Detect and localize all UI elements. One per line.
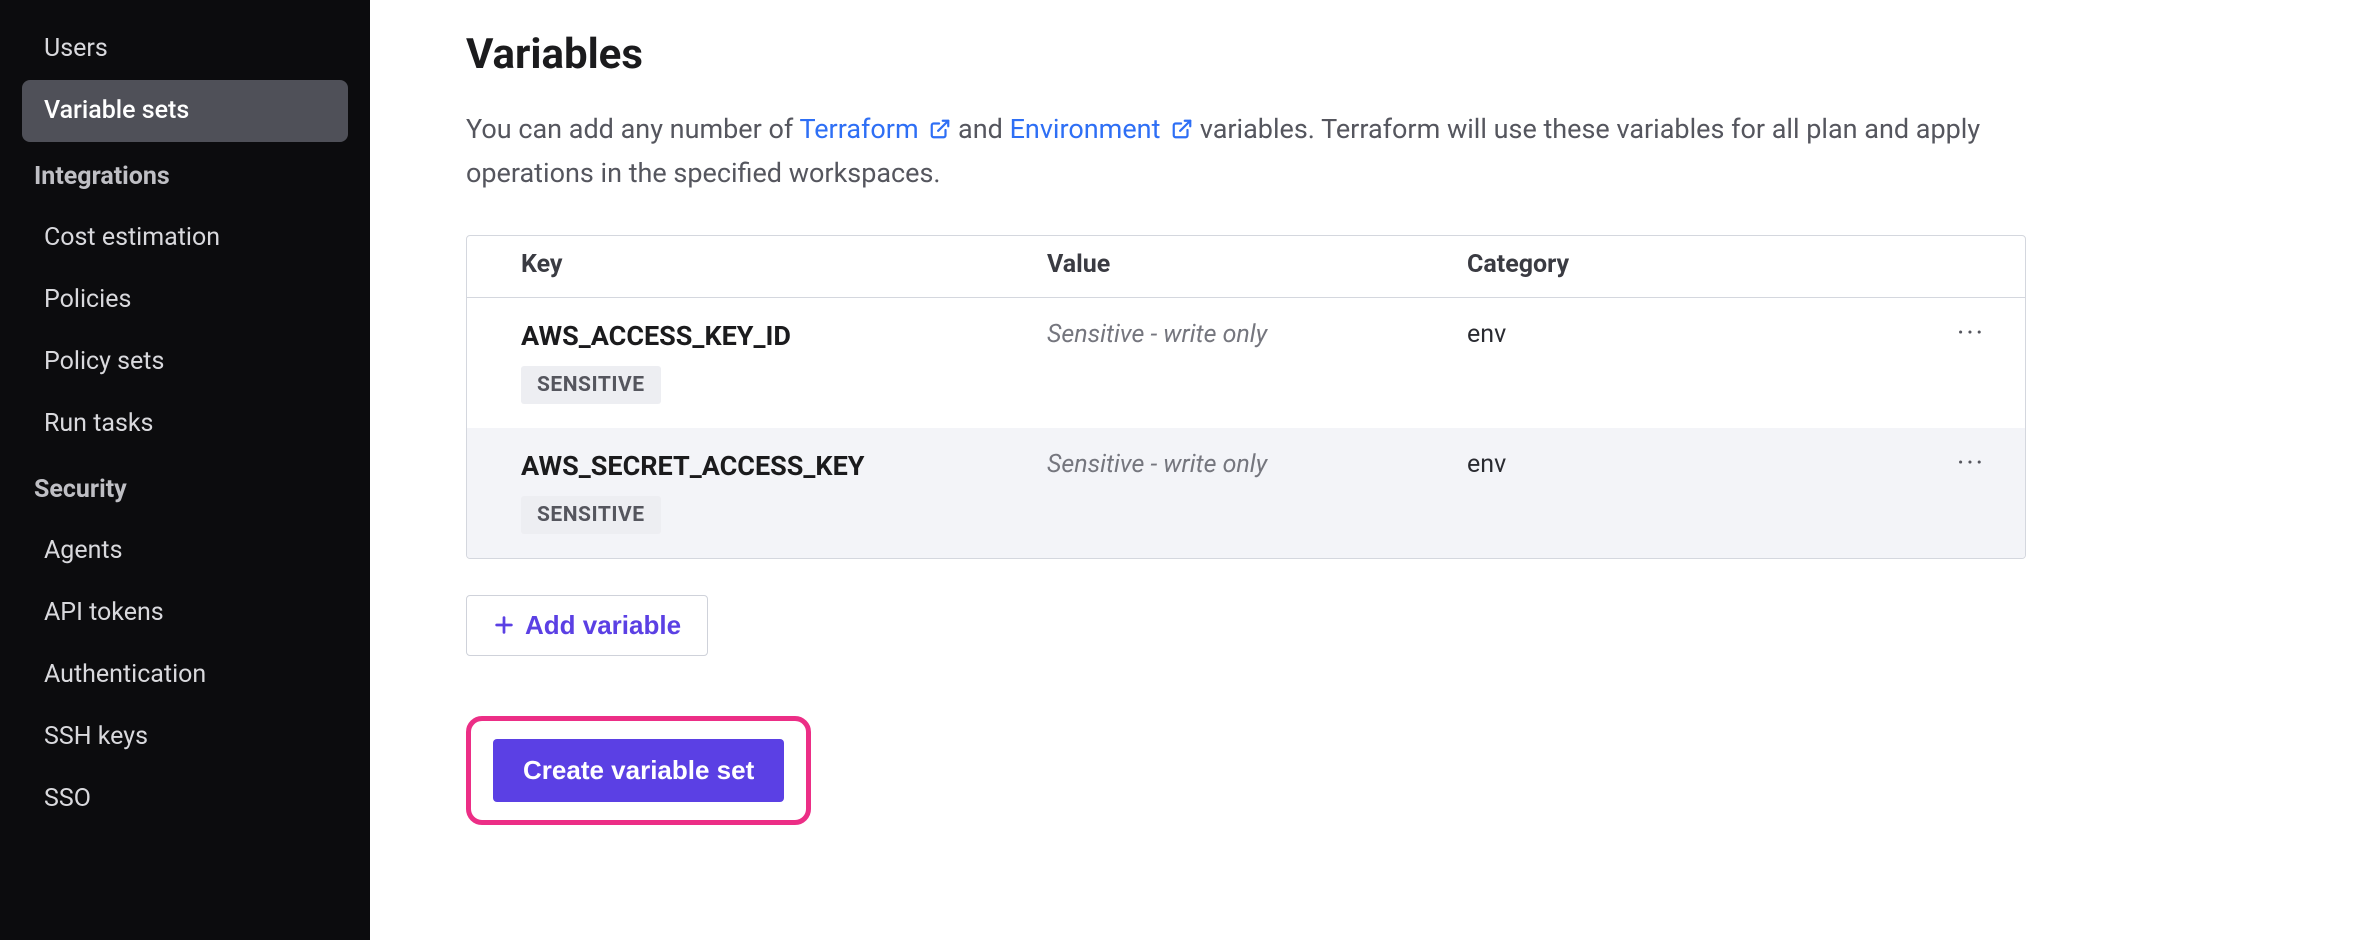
add-variable-label: Add variable: [525, 610, 681, 641]
table-row: AWS_ACCESS_KEY_ID SENSITIVE Sensitive - …: [467, 298, 2025, 428]
sidebar-item-agents[interactable]: Agents: [22, 520, 348, 582]
plus-icon: [493, 614, 515, 636]
sidebar-item-policies[interactable]: Policies: [22, 269, 348, 331]
add-variable-button[interactable]: Add variable: [466, 595, 708, 656]
row-actions-icon[interactable]: ···: [1957, 316, 1985, 349]
sidebar-item-api-tokens[interactable]: API tokens: [22, 582, 348, 644]
table-row: AWS_SECRET_ACCESS_KEY SENSITIVE Sensitiv…: [467, 428, 2025, 558]
link-environment[interactable]: Environment: [1010, 113, 1200, 145]
sidebar: Users Variable sets Integrations Cost es…: [0, 0, 370, 940]
sidebar-item-run-tasks[interactable]: Run tasks: [22, 393, 348, 455]
sidebar-item-users[interactable]: Users: [22, 18, 348, 80]
variable-category: env: [1467, 320, 1887, 349]
sidebar-item-ssh-keys[interactable]: SSH keys: [22, 706, 348, 768]
intro-text: You can add any number of Terraform and …: [466, 109, 1996, 195]
table-header-category: Category: [1467, 250, 1887, 279]
sensitive-badge: SENSITIVE: [521, 366, 661, 404]
sidebar-heading-integrations: Integrations: [22, 142, 348, 207]
create-variable-set-button[interactable]: Create variable set: [493, 739, 784, 802]
sidebar-item-authentication[interactable]: Authentication: [22, 644, 348, 706]
sidebar-item-cost-estimation[interactable]: Cost estimation: [22, 207, 348, 269]
intro-text-pre: You can add any number of: [466, 113, 799, 145]
external-link-icon: [1171, 111, 1193, 153]
link-environment-label: Environment: [1010, 113, 1161, 145]
table-header-row: Key Value Category: [467, 236, 2025, 298]
variable-value: Sensitive - write only: [1047, 450, 1467, 479]
sidebar-heading-security: Security: [22, 455, 348, 520]
link-terraform[interactable]: Terraform: [799, 113, 958, 145]
variable-key: AWS_ACCESS_KEY_ID: [521, 320, 1047, 352]
variables-table: Key Value Category AWS_ACCESS_KEY_ID SEN…: [466, 235, 2026, 559]
sidebar-item-variable-sets[interactable]: Variable sets: [22, 80, 348, 142]
intro-text-mid: and: [958, 113, 1010, 145]
table-header-value: Value: [1047, 250, 1467, 279]
table-header-key: Key: [467, 250, 1047, 279]
page-title: Variables: [466, 30, 2290, 79]
external-link-icon: [929, 111, 951, 153]
sensitive-badge: SENSITIVE: [521, 496, 661, 534]
sidebar-item-policy-sets[interactable]: Policy sets: [22, 331, 348, 393]
sidebar-item-sso[interactable]: SSO: [22, 768, 348, 830]
variable-key: AWS_SECRET_ACCESS_KEY: [521, 450, 1047, 482]
main-content: Variables You can add any number of Terr…: [370, 0, 2380, 940]
variable-category: env: [1467, 450, 1887, 479]
annotation-highlight: Create variable set: [466, 716, 811, 825]
row-actions-icon[interactable]: ···: [1957, 446, 1985, 479]
link-terraform-label: Terraform: [799, 113, 918, 145]
variable-value: Sensitive - write only: [1047, 320, 1467, 349]
